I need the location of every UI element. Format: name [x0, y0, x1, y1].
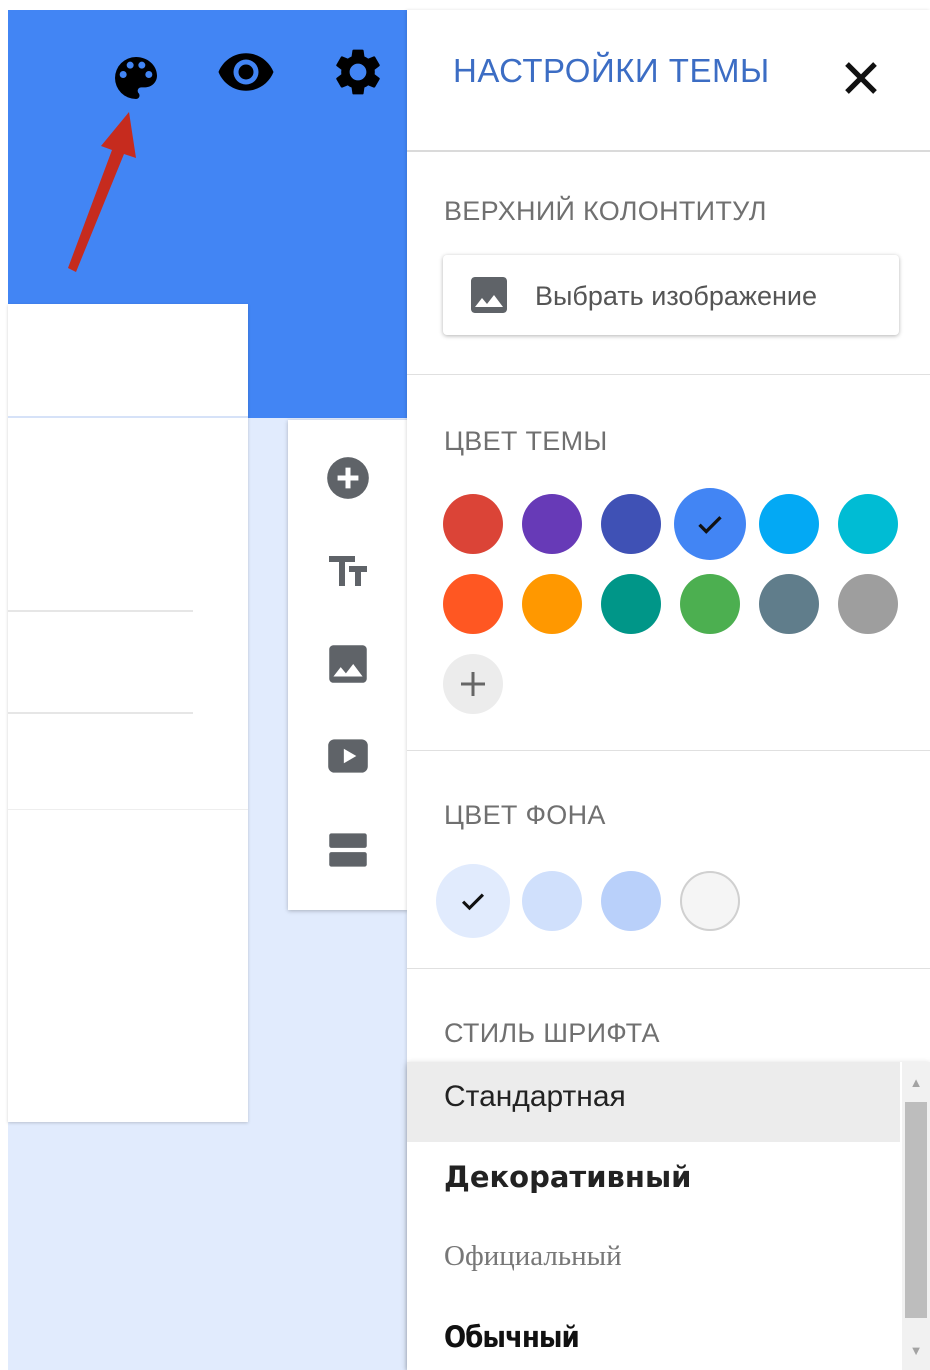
close-icon[interactable]: [837, 54, 885, 102]
font-style-label: СТИЛЬ ШРИФТА: [444, 1018, 660, 1048]
font-style-dropdown[interactable]: Стандартная Декоративный Официальный Обы…: [407, 1062, 930, 1370]
palette-icon[interactable]: [108, 50, 164, 106]
panel-title: НАСТРОЙКИ ТЕМЫ: [453, 52, 770, 89]
theme-color-swatch[interactable]: [838, 574, 898, 634]
check-icon: [436, 864, 510, 938]
dropdown-scrollbar[interactable]: ▲ ▼: [902, 1062, 930, 1370]
divider: [407, 968, 930, 969]
background-color-swatch[interactable]: [680, 871, 740, 931]
font-option-decorative[interactable]: Декоративный: [407, 1142, 900, 1222]
theme-color-swatch[interactable]: [759, 574, 819, 634]
theme-color-swatch[interactable]: [443, 494, 503, 554]
question-input-line[interactable]: [8, 712, 193, 714]
add-video-button[interactable]: [322, 730, 374, 782]
theme-color-swatch[interactable]: [759, 494, 819, 554]
plus-icon: [461, 672, 485, 696]
add-title-button[interactable]: [322, 546, 374, 598]
choose-image-button[interactable]: Выбрать изображение: [443, 255, 899, 335]
theme-color-swatch[interactable]: [443, 574, 503, 634]
gear-icon[interactable]: [330, 44, 386, 100]
section-icon: [329, 833, 367, 867]
text-title-icon: [329, 556, 367, 586]
theme-color-swatch[interactable]: [680, 574, 740, 634]
image-icon: [329, 645, 367, 683]
scroll-up-arrow[interactable]: ▲: [902, 1068, 930, 1096]
theme-color-swatch[interactable]: [601, 494, 661, 554]
choose-image-label: Выбрать изображение: [535, 281, 818, 311]
form-card-divider: [8, 809, 248, 810]
background-color-swatch[interactable]: [436, 864, 510, 938]
divider: [407, 374, 930, 375]
video-icon: [328, 739, 368, 773]
add-section-button[interactable]: [322, 824, 374, 876]
question-input-line[interactable]: [8, 610, 193, 612]
form-side-toolbar: [288, 420, 408, 910]
theme-color-swatch[interactable]: [838, 494, 898, 554]
font-option-formal[interactable]: Официальный: [407, 1222, 900, 1302]
form-card-divider: [8, 416, 248, 418]
header-section-label: ВЕРХНИЙ КОЛОНТИТУЛ: [444, 196, 767, 226]
background-color-label: ЦВЕТ ФОНА: [444, 800, 606, 830]
theme-settings-panel: НАСТРОЙКИ ТЕМЫ ВЕРХНИЙ КОЛОНТИТУЛ Выбрат…: [407, 10, 930, 1370]
divider: [407, 150, 930, 152]
scrollbar-thumb[interactable]: [905, 1102, 927, 1318]
font-option-standard[interactable]: Стандартная: [407, 1062, 900, 1142]
form-card: [8, 304, 248, 1122]
add-question-button[interactable]: [322, 452, 374, 504]
check-icon: [674, 488, 746, 560]
theme-color-swatch[interactable]: [522, 574, 582, 634]
add-circle-icon: [327, 457, 369, 499]
theme-color-swatch[interactable]: [601, 574, 661, 634]
font-option-basic[interactable]: Обычный: [407, 1302, 900, 1370]
background-color-swatch[interactable]: [522, 871, 582, 931]
divider: [407, 750, 930, 751]
add-image-button[interactable]: [322, 638, 374, 690]
theme-color-label: ЦВЕТ ТЕМЫ: [444, 426, 608, 456]
theme-color-swatch[interactable]: [674, 488, 746, 560]
eye-icon[interactable]: [216, 42, 276, 102]
theme-color-swatch[interactable]: [522, 494, 582, 554]
image-icon: [471, 277, 507, 313]
scroll-down-arrow[interactable]: ▼: [902, 1336, 930, 1364]
background-color-swatch[interactable]: [601, 871, 661, 931]
add-custom-color-button[interactable]: [443, 654, 503, 714]
